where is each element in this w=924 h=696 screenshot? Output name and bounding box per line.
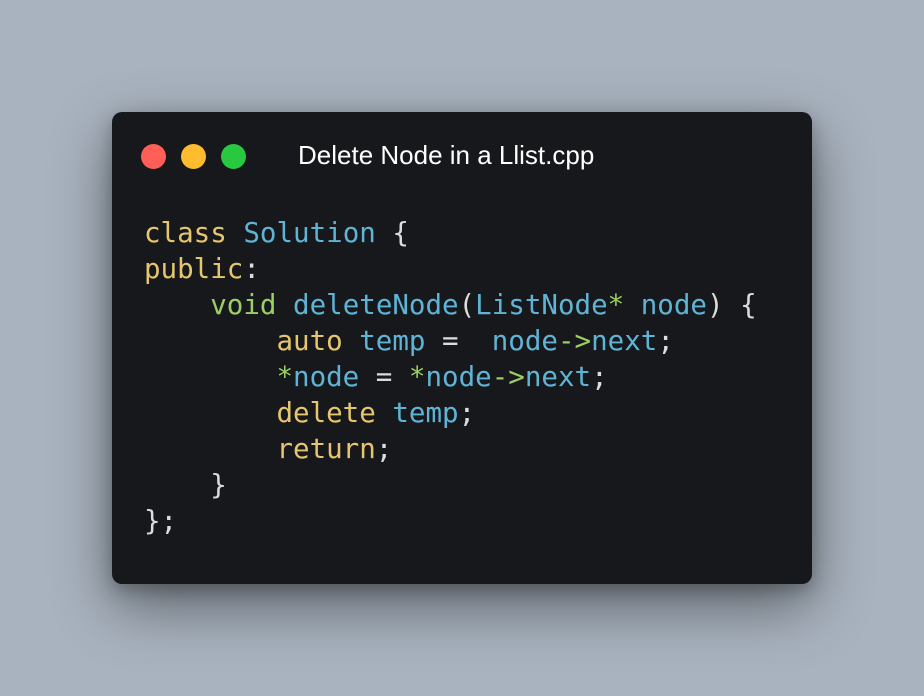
code-window: Delete Node in a Llist.cpp class Solutio… [112,112,812,584]
code-token: { [375,217,409,249]
code-token: = [425,325,492,357]
code-token: Solution [243,217,376,249]
maximize-window-icon[interactable] [221,144,246,169]
window-title: Delete Node in a Llist.cpp [298,140,595,170]
code-line: }; [144,503,757,539]
code-token: public [144,253,244,285]
code-token: void [210,289,277,321]
code-token: return [276,433,376,465]
code-block: class Solution {public: void deleteNode(… [144,215,757,539]
code-line: return; [144,431,757,467]
code-line: public: [144,251,757,287]
code-line: auto temp = node->next; [144,323,757,359]
minimize-window-icon[interactable] [181,144,206,169]
code-token: = [359,361,409,393]
code-token: } [144,469,227,501]
code-token: ListNode [475,289,608,321]
code-token: auto [276,325,343,357]
code-token: node [491,325,558,357]
code-token: class [144,217,227,249]
code-token: }; [144,505,178,537]
code-token: ( [458,289,476,321]
code-token: * [408,361,426,393]
code-token: : [243,253,260,285]
window-titlebar: Delete Node in a Llist.cpp [112,112,812,200]
code-line: *node = *node->next; [144,359,757,395]
close-window-icon[interactable] [141,144,166,169]
code-token: ; [591,361,608,393]
code-line: class Solution { [144,215,757,251]
code-line: } [144,467,757,503]
code-token: * [276,361,294,393]
code-token: ; [375,433,393,465]
code-token: delete [276,397,376,429]
code-token: * [607,289,625,321]
code-token: ; [657,325,674,357]
code-token: ) { [706,289,757,321]
code-line: delete temp; [144,395,757,431]
code-line: void deleteNode(ListNode* node) { [144,287,757,323]
code-token: deleteNode [293,289,459,321]
code-token: ; [458,397,476,429]
code-token: node [640,289,707,321]
code-token: node [425,361,492,393]
code-token: temp [392,397,459,429]
code-token: node [293,361,360,393]
code-token: -> [491,361,525,393]
code-token: next [524,361,592,393]
code-token: temp [359,325,426,357]
code-token: next [591,325,658,357]
code-token: -> [557,325,592,357]
